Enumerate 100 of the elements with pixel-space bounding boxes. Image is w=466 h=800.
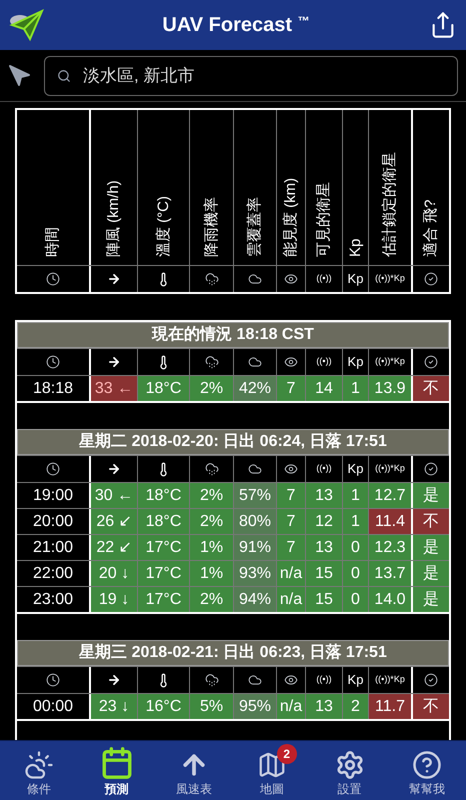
forecast-cell: 不 (411, 509, 449, 534)
clock-icon (46, 272, 60, 286)
column-header: 時間 (44, 227, 62, 257)
column-header: 能見度 (km) (282, 178, 300, 257)
section-title: 星期三 2018-02-21: 日出 06:23, 日落 17:51 (17, 640, 449, 666)
clock-icon (46, 673, 60, 687)
forecast-cell: 是 (411, 483, 449, 508)
forecast-cell: 91% (233, 535, 276, 560)
column-header: 估計鎖定的衛星 (381, 152, 399, 257)
rain-cloud-icon (204, 355, 218, 369)
column-symbol: Kp (348, 353, 364, 372)
column-symbol: ((•))*Kp (375, 272, 405, 286)
clock-icon (46, 355, 60, 369)
forecast-cell: 57% (233, 483, 276, 508)
forecast-cell: 94% (233, 587, 276, 612)
forecast-cell: 2 (342, 694, 368, 719)
cloud-icon (248, 272, 262, 286)
tab-bar-item[interactable]: 設置 (310, 741, 388, 800)
search-icon (57, 68, 71, 82)
forecast-cell: 是 (411, 535, 449, 560)
forecast-cell: 30 ← (89, 483, 137, 508)
forecast-cell: 13.7 (368, 561, 411, 586)
forecast-cell: 14 (305, 376, 342, 401)
forecast-cell: 23 ↓ (89, 694, 137, 719)
forecast-cell: 17°C (137, 587, 189, 612)
eye-icon (284, 355, 298, 369)
forecast-cell: 7 (276, 535, 305, 560)
forecast-cell: 1% (189, 561, 233, 586)
forecast-cell: 18°C (137, 376, 189, 401)
tab-bar-item[interactable]: 幫幫我 (388, 741, 466, 800)
forecast-cell: 26 ↙ (89, 509, 137, 534)
column-symbol: ((•)) (316, 355, 332, 368)
forecast-cell: 5% (189, 694, 233, 719)
forecast-cell: 不 (411, 376, 449, 401)
forecast-cell: 95% (233, 694, 276, 719)
forecast-cell: 93% (233, 561, 276, 586)
tab-bar-item[interactable]: 預測 (78, 741, 156, 800)
question-icon (412, 750, 442, 780)
eye-icon (284, 272, 298, 286)
forecast-cell: 13 (305, 535, 342, 560)
column-symbol: ((•)) (316, 462, 332, 476)
check-circle-icon (424, 355, 438, 369)
forecast-cell: 1 (342, 483, 368, 508)
forecast-cell: 33 ← (89, 376, 137, 401)
forecast-cell: 11.4 (368, 509, 411, 534)
column-symbol: Kp (348, 671, 364, 690)
column-symbol: Kp (348, 270, 364, 288)
forecast-cell: 7 (276, 509, 305, 534)
forecast-cell: 19 ↓ (89, 587, 137, 612)
forecast-cell: 17°C (137, 561, 189, 586)
column-symbol: ((•))*Kp (375, 355, 405, 368)
cloud-icon (248, 673, 262, 687)
section-title: 現在的情況 18:18 CST (17, 322, 449, 348)
check-circle-icon (424, 673, 438, 687)
tab-bar-item[interactable]: 條件 (0, 741, 78, 800)
forecast-cell: 13 (305, 694, 342, 719)
column-symbol: ((•)) (316, 272, 332, 286)
column-symbol: ((•))*Kp (375, 673, 405, 686)
forecast-cell: 1 (342, 509, 368, 534)
search-field[interactable]: 淡水區, 新北市 (44, 56, 458, 96)
forecast-cell: n/a (276, 587, 305, 612)
forecast-cell: 7 (276, 376, 305, 401)
forecast-cell: 2% (189, 483, 233, 508)
paper-plane-logo-icon (8, 7, 44, 43)
tab-bar-item[interactable]: 風速表 (155, 741, 234, 800)
column-symbol: Kp (348, 460, 364, 478)
column-header: 溫度 (°C) (154, 196, 172, 257)
forecast-cell: 2% (189, 509, 233, 534)
column-symbol: ((•))*Kp (375, 462, 405, 476)
forecast-cell: 0 (342, 561, 368, 586)
forecast-cell: 2% (189, 376, 233, 401)
app-title: UAV Forecast $^{™}$ (162, 13, 310, 38)
tab-bar-item[interactable]: 地圖 2 (233, 741, 311, 800)
forecast-cell: 18°C (137, 509, 189, 534)
forecast-cell: 20 ↓ (89, 561, 137, 586)
forecast-cell: 80% (233, 509, 276, 534)
forecast-cell: 12.7 (368, 483, 411, 508)
eye-icon (284, 673, 298, 687)
forecast-cell: 是 (411, 587, 449, 612)
section-title: 星期二 2018-02-20: 日出 06:24, 日落 17:51 (17, 429, 449, 455)
rain-cloud-icon (204, 272, 218, 286)
location-arrow-icon[interactable] (8, 64, 32, 88)
cloud-icon (248, 355, 262, 369)
forecast-cell: 1% (189, 535, 233, 560)
arrow-icon (107, 355, 121, 369)
column-header: 雲覆蓋率 (246, 197, 264, 257)
forecast-cell: n/a (276, 561, 305, 586)
forecast-cell: 16°C (137, 694, 189, 719)
column-symbol: ((•)) (316, 673, 332, 686)
forecast-cell: 15 (305, 587, 342, 612)
notification-badge: 2 (276, 744, 297, 764)
forecast-cell: 15 (305, 561, 342, 586)
check-circle-icon (424, 462, 438, 476)
forecast-cell: 14.0 (368, 587, 411, 612)
gear-icon (334, 750, 365, 780)
arrow-icon (107, 462, 121, 476)
column-header: 陣風 (km/h) (105, 180, 123, 257)
column-header: 可見的衛星 (315, 182, 333, 257)
forecast-cell: 2% (189, 587, 233, 612)
cloud-icon (248, 462, 262, 476)
